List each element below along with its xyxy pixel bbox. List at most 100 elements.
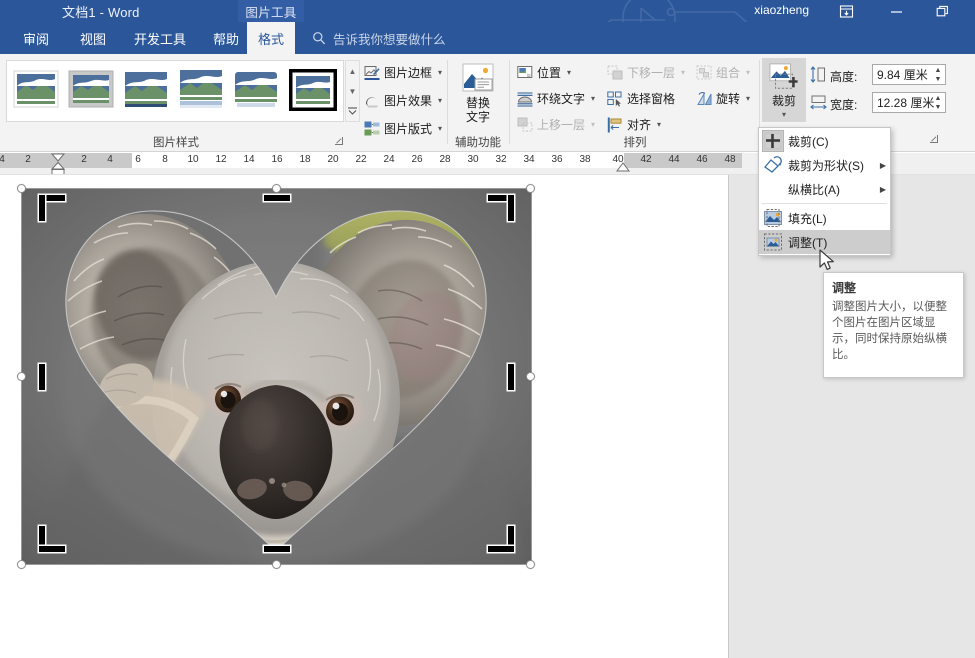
search-icon (313, 32, 326, 45)
group-button[interactable]: 组合 ▾ (696, 62, 750, 83)
picture-style-thumb-3[interactable] (178, 68, 224, 110)
word-application-window: 图片工具 文档1 - Word xiaozheng 审阅 视图 开发工具 帮助 … (0, 0, 975, 658)
menu-item-aspect-ratio[interactable]: 纵横比(A) ▶ (759, 177, 890, 201)
picture-styles-dialog-launcher[interactable] (334, 136, 344, 148)
chevron-down-icon[interactable]: ▾ (591, 120, 595, 129)
alt-text-button[interactable]: 替换 文字 (451, 62, 505, 124)
crop-handle-bottom-left-h[interactable] (39, 546, 65, 552)
picture-layout-icon (364, 121, 380, 135)
picture-styles-scroll-arrows[interactable]: ▲ ▼ (345, 60, 360, 122)
width-input[interactable]: 12.28 厘米 ▲ ▼ (872, 92, 946, 113)
picture-styles-gallery[interactable] (6, 60, 344, 122)
chevron-down-icon[interactable]: ▾ (438, 124, 442, 133)
aspect-ratio-icon (763, 179, 783, 199)
picture-effects-button[interactable]: 图片效果 ▾ (364, 90, 442, 111)
gallery-scroll-up-icon[interactable]: ▲ (346, 61, 359, 81)
sizing-handle-bottom-left[interactable] (17, 560, 26, 569)
crop-label: 裁剪 (771, 94, 796, 108)
menu-item-crop-to-shape[interactable]: 裁剪为形状(S) ▶ (759, 153, 890, 177)
selection-pane-button[interactable]: 选择窗格 (607, 88, 675, 109)
align-button[interactable]: 对齐 ▾ (607, 114, 661, 135)
height-spinner[interactable]: ▲ ▼ (932, 66, 944, 85)
picture-style-thumb-5[interactable] (288, 68, 337, 111)
crop-handle-top-right-v[interactable] (508, 195, 514, 221)
bring-forward-icon (517, 117, 533, 131)
menu-item-crop[interactable]: 裁剪(C) (759, 129, 890, 153)
tell-me-search[interactable]: 告诉我你想要做什么 (312, 22, 446, 54)
sizing-handle-top-right[interactable] (526, 184, 535, 193)
selection-pane-label: 选择窗格 (627, 92, 676, 106)
picture-selection-container[interactable] (17, 184, 535, 569)
picture-style-thumb-1[interactable] (68, 68, 114, 110)
crop-handle-middle-right[interactable] (508, 364, 514, 390)
menu-item-fill[interactable]: 填充(L) (759, 206, 890, 230)
tab-view[interactable]: 视图 (67, 22, 119, 54)
width-spinner[interactable]: ▲ ▼ (932, 94, 944, 113)
sizing-handle-middle-left[interactable] (17, 372, 26, 381)
crop-dropdown-chevron-icon[interactable]: ▾ (782, 108, 786, 122)
share-button[interactable]: 共享 (915, 44, 961, 54)
picture-content (22, 189, 531, 564)
ribbon-display-options-icon[interactable] (829, 0, 863, 22)
wrap-text-label: 环绕文字 (537, 92, 586, 106)
height-input[interactable]: 9.84 厘米 ▲ ▼ (872, 64, 946, 85)
chevron-down-icon[interactable]: ▾ (591, 94, 595, 103)
sizing-handle-bottom-center[interactable] (272, 560, 281, 569)
tab-review[interactable]: 审阅 (10, 22, 62, 54)
picture-style-thumb-2[interactable] (123, 68, 169, 110)
crop-fit-icon (763, 232, 783, 252)
user-account-name: xiaozheng (754, 3, 809, 17)
first-line-indent-marker[interactable] (49, 153, 67, 175)
document-page[interactable] (0, 175, 729, 658)
crop-handle-bottom-center[interactable] (264, 546, 290, 552)
tab-help[interactable]: 帮助 (200, 22, 252, 54)
crop-handle-bottom-right-h[interactable] (488, 546, 514, 552)
shape-width-icon (810, 95, 827, 110)
crop-handle-top-center[interactable] (264, 195, 290, 201)
sizing-handle-bottom-right[interactable] (526, 560, 535, 569)
tab-developer[interactable]: 开发工具 (121, 22, 199, 54)
group-icon (696, 65, 712, 79)
rotate-button[interactable]: 旋转 ▾ (696, 88, 750, 109)
bring-forward-label: 上移一层 (537, 118, 586, 132)
align-icon (607, 117, 622, 132)
ruler-tick: 12 (215, 154, 227, 165)
crop-handle-middle-left[interactable] (39, 364, 45, 390)
sizing-handle-top-center[interactable] (272, 184, 281, 193)
picture-effects-label: 图片效果 (384, 94, 433, 108)
tooltip-body: 调整图片大小，以便整个图片在图片区域显示，同时保持原始纵横比。 (832, 301, 947, 361)
gallery-more-icon[interactable] (346, 101, 359, 121)
size-dialog-launcher[interactable] (929, 134, 939, 146)
gallery-scroll-down-icon[interactable]: ▼ (346, 81, 359, 101)
right-indent-marker[interactable] (615, 162, 631, 175)
chevron-down-icon[interactable]: ▾ (681, 68, 685, 77)
ruler-tick: 24 (383, 154, 395, 165)
chevron-down-icon[interactable]: ▾ (567, 68, 571, 77)
chevron-down-icon[interactable]: ▾ (438, 68, 442, 77)
bring-forward-button[interactable]: 上移一层 ▾ (517, 114, 595, 135)
picture-layout-button[interactable]: 图片版式 ▾ (364, 118, 442, 139)
position-button[interactable]: 位置 ▾ (517, 62, 571, 83)
picture-border-button[interactable]: 图片边框 ▾ (364, 62, 442, 83)
ruler-text-zone (132, 153, 624, 168)
picture-style-thumb-4[interactable] (233, 68, 279, 110)
ruler-tick: 46 (696, 154, 708, 165)
restore-icon[interactable] (925, 0, 959, 22)
picture-style-thumb-0[interactable] (13, 68, 59, 110)
send-backward-button[interactable]: 下移一层 ▾ (607, 62, 685, 83)
sizing-handle-middle-right[interactable] (526, 372, 535, 381)
crop-dropdown-menu[interactable]: 裁剪(C) 裁剪为形状(S) ▶ 纵横比(A) ▶ 填充(L) 调整(T) (758, 127, 891, 256)
chevron-down-icon[interactable]: ▾ (746, 68, 750, 77)
contextual-tab-label: 图片工具 (238, 0, 304, 22)
crop-button[interactable]: 裁剪 ▾ (762, 58, 806, 122)
koala-heart-picture[interactable] (22, 189, 531, 564)
sizing-handle-top-left[interactable] (17, 184, 26, 193)
wrap-text-button[interactable]: 环绕文字 ▾ (517, 88, 595, 109)
chevron-down-icon[interactable]: ▾ (657, 120, 661, 129)
chevron-down-icon[interactable]: ▾ (746, 94, 750, 103)
minimize-icon[interactable] (879, 0, 913, 22)
width-label: 宽度: (830, 98, 858, 112)
chevron-down-icon[interactable]: ▾ (438, 96, 442, 105)
crop-handle-top-left-v[interactable] (39, 195, 45, 221)
tab-format[interactable]: 格式 (247, 22, 295, 54)
